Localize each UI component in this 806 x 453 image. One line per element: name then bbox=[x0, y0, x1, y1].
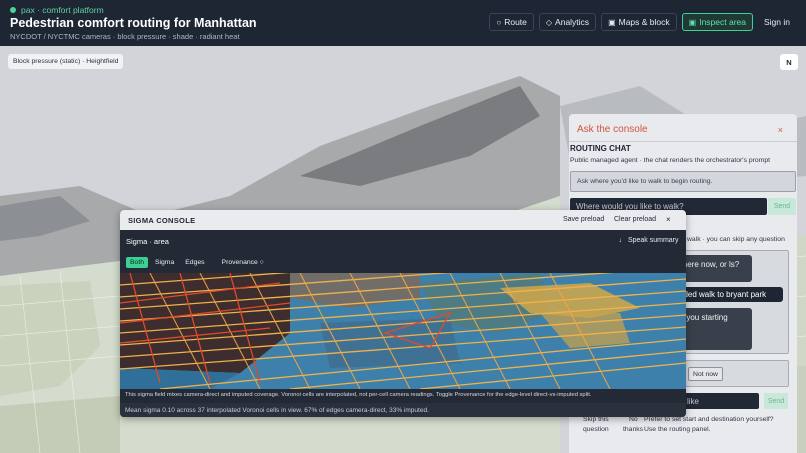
routing-chat-subtitle: Public managed agent · the chat renders … bbox=[570, 157, 771, 164]
sigma-console-header: SIGMA CONSOLE Save preload Clear preload… bbox=[120, 210, 686, 230]
brand: pax · comfort platform bbox=[10, 5, 104, 15]
send-button[interactable]: Send bbox=[768, 198, 796, 215]
close-icon[interactable]: × bbox=[778, 125, 783, 135]
route-button[interactable]: ○ Route bbox=[489, 13, 534, 31]
routing-hint: Ask where you'd like to walk to begin ro… bbox=[570, 171, 796, 192]
routing-chat-title: ROUTING CHAT bbox=[570, 144, 631, 153]
page-subtitle: NYCDOT / NYCTMC cameras · block pressure… bbox=[10, 32, 240, 41]
no-thanks-line-2: thanks bbox=[623, 426, 644, 433]
page-title: Pedestrian comfort routing for Manhattan bbox=[10, 16, 257, 30]
divider bbox=[569, 141, 797, 142]
provenance-toggle[interactable]: Provenance ○ bbox=[222, 257, 264, 268]
skip-question-link[interactable]: Skip this question bbox=[583, 415, 623, 435]
brand-text: pax · comfort platform bbox=[21, 5, 104, 15]
circle-icon: ○ bbox=[496, 17, 502, 27]
route-label: Route bbox=[504, 17, 527, 27]
ask-panel-title: Ask the console bbox=[577, 124, 648, 135]
top-nav: ○ Route ◇ Analytics ▣ Maps & block ▣ Ins… bbox=[489, 13, 796, 31]
sign-in-button[interactable]: Sign in bbox=[758, 13, 796, 31]
square-icon: ▣ bbox=[688, 17, 697, 27]
maps-block-button[interactable]: ▣ Maps & block bbox=[601, 13, 677, 31]
save-preload-button[interactable]: Save preload bbox=[563, 216, 604, 223]
tab-both[interactable]: Both bbox=[126, 257, 148, 268]
layer-chip[interactable]: Block pressure (static) · Heightfield bbox=[8, 54, 124, 69]
compass-button[interactable]: N bbox=[780, 54, 798, 70]
sigma-map-view[interactable] bbox=[120, 273, 686, 389]
sigma-provenance-note: This sigma field mixes camera-direct and… bbox=[125, 392, 592, 398]
inspect-area-button[interactable]: ▣ Inspect area bbox=[681, 13, 753, 31]
speak-summary-button[interactable]: ♩ Speak summary bbox=[619, 237, 679, 244]
app-header: pax · comfort platform Pedestrian comfor… bbox=[0, 0, 806, 46]
sigma-console: SIGMA CONSOLE Save preload Clear preload… bbox=[120, 210, 686, 417]
sigma-area-label: Sigma · area bbox=[126, 237, 169, 246]
close-icon[interactable]: × bbox=[666, 215, 671, 224]
tab-sigma[interactable]: Sigma bbox=[151, 257, 178, 268]
sigma-summary-footer: Mean sigma 0.10 across 37 interpolated V… bbox=[120, 403, 686, 417]
clear-preload-button[interactable]: Clear preload bbox=[614, 216, 656, 223]
inspect-area-label: Inspect area bbox=[699, 17, 746, 27]
sigma-tabs: Both Sigma Edges Provenance ○ bbox=[126, 257, 264, 268]
tab-edges[interactable]: Edges bbox=[181, 257, 208, 268]
not-now-button[interactable]: Not now bbox=[688, 367, 723, 381]
analytics-label: Analytics bbox=[555, 17, 590, 27]
diamond-icon: ◇ bbox=[545, 17, 553, 27]
walk-note: walk · you can skip any question bbox=[687, 236, 785, 243]
send-reply-button[interactable]: Send bbox=[764, 393, 788, 409]
sigma-console-title: SIGMA CONSOLE bbox=[128, 216, 196, 225]
sigma-street-grid bbox=[120, 273, 686, 389]
maps-block-label: Maps & block bbox=[618, 17, 670, 27]
chat-bubble-user: aded walk to bryant park bbox=[675, 287, 783, 302]
analytics-button[interactable]: ◇ Analytics bbox=[538, 13, 597, 31]
prefer-note: Prefer to set start and destination your… bbox=[644, 416, 774, 433]
status-dot-icon bbox=[10, 7, 16, 13]
square-icon: ▣ bbox=[608, 17, 616, 27]
